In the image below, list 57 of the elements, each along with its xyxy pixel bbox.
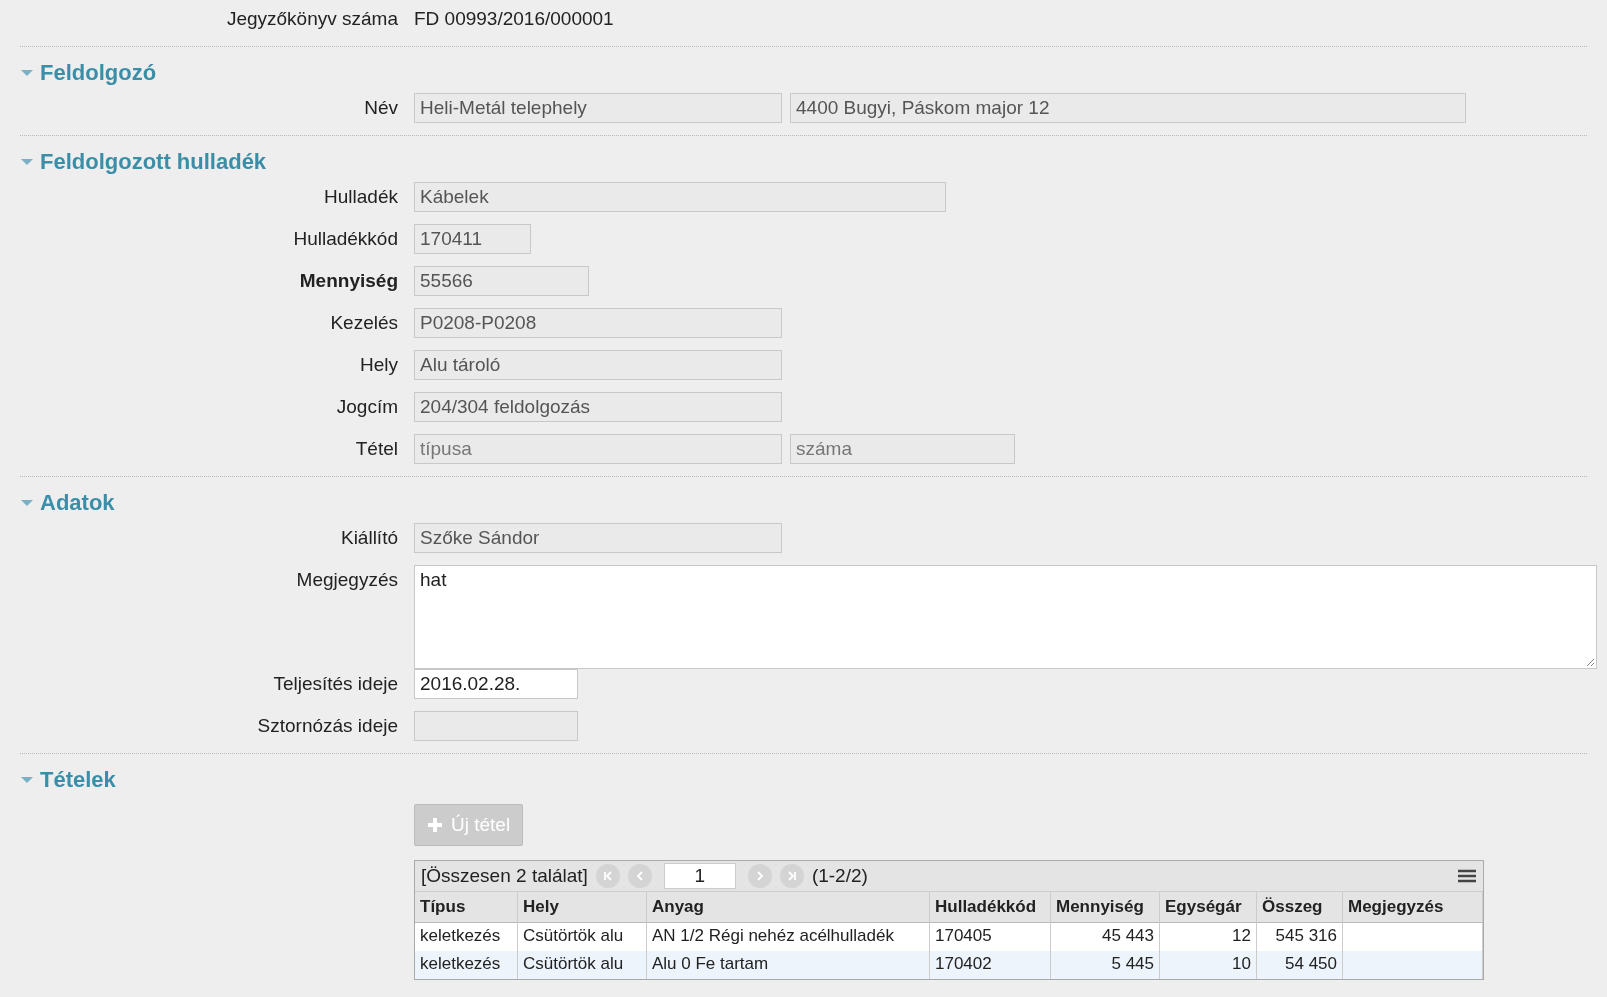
menu-icon[interactable] <box>1457 868 1477 884</box>
record-number: FD 00993/2016/000001 <box>414 7 614 31</box>
input-field[interactable] <box>414 711 578 741</box>
input-field[interactable]: Szőke Sándor <box>414 523 782 553</box>
field-label: Név <box>363 96 399 120</box>
table-cell: 5 445 <box>1051 951 1160 979</box>
table-cell: Csütörtök alu <box>518 951 647 979</box>
column-header[interactable]: Hulladékkód <box>930 892 1051 923</box>
plus-icon <box>427 817 443 833</box>
section-title[interactable]: Adatok <box>40 490 115 516</box>
column-header[interactable]: Hely <box>518 892 647 923</box>
field-label: Megjegyzés <box>295 568 399 592</box>
input-field[interactable]: típusa <box>414 434 782 464</box>
column-header[interactable]: Egységár <box>1160 892 1257 923</box>
field-label: Tétel <box>354 437 399 461</box>
input-field[interactable]: 2016.02.28. <box>414 669 578 699</box>
input-field[interactable]: P0208-P0208 <box>414 308 782 338</box>
field-label: Hulladék <box>323 185 399 209</box>
input-field[interactable]: száma <box>790 434 1015 464</box>
result-count: [Összesen 2 találat] <box>421 865 588 887</box>
input-field[interactable]: Alu tároló <box>414 350 782 380</box>
field-label: Teljesítés ideje <box>272 672 399 696</box>
section-title[interactable]: Feldolgozó <box>40 60 157 86</box>
collapse-triangle-icon[interactable] <box>20 498 34 508</box>
table-cell: 170402 <box>930 951 1051 979</box>
column-header[interactable]: Megjegyzés <box>1343 892 1483 923</box>
input-field[interactable]: Heli-Metál telephely <box>414 93 782 123</box>
section-title[interactable]: Feldolgozott hulladék <box>40 149 267 175</box>
field-label: Hely <box>359 353 399 377</box>
collapse-triangle-icon[interactable] <box>20 775 34 785</box>
input-field[interactable]: 204/304 feldolgozás <box>414 392 782 422</box>
table-cell: 54 450 <box>1257 951 1343 979</box>
field-label: Hulladékkód <box>292 227 399 251</box>
page-input[interactable]: 1 <box>663 863 736 889</box>
column-header[interactable]: Összeg <box>1257 892 1343 923</box>
column-header[interactable]: Mennyiség <box>1051 892 1160 923</box>
field-label: Kezelés <box>329 311 399 335</box>
field-label: Jegyzőkönyv száma <box>225 7 399 31</box>
table-cell: 10 <box>1160 951 1257 979</box>
input-field[interactable]: 55566 <box>414 266 589 296</box>
column-header[interactable]: Anyag <box>647 892 930 923</box>
input-field[interactable]: 170411 <box>414 224 531 254</box>
collapse-triangle-icon[interactable] <box>20 68 34 78</box>
resize-grip-icon[interactable] <box>1585 657 1595 667</box>
table-cell: Alu 0 Fe tartam <box>647 951 930 979</box>
field-label: Kiállító <box>339 526 399 550</box>
collapse-triangle-icon[interactable] <box>20 157 34 167</box>
column-header[interactable]: Típus <box>415 892 518 923</box>
field-label: Jogcím <box>335 395 399 419</box>
input-field[interactable]: Kábelek <box>414 182 946 212</box>
page-range: (1-2/2) <box>811 865 868 887</box>
field-label: Sztornózás ideje <box>256 714 399 738</box>
field-label: Mennyiség <box>298 269 399 293</box>
table-cell: keletkezés <box>415 951 518 979</box>
text-area[interactable]: hat <box>414 565 1597 669</box>
section-title[interactable]: Tételek <box>40 767 116 793</box>
input-field[interactable]: 4400 Bugyi, Páskom major 12 <box>790 93 1466 123</box>
